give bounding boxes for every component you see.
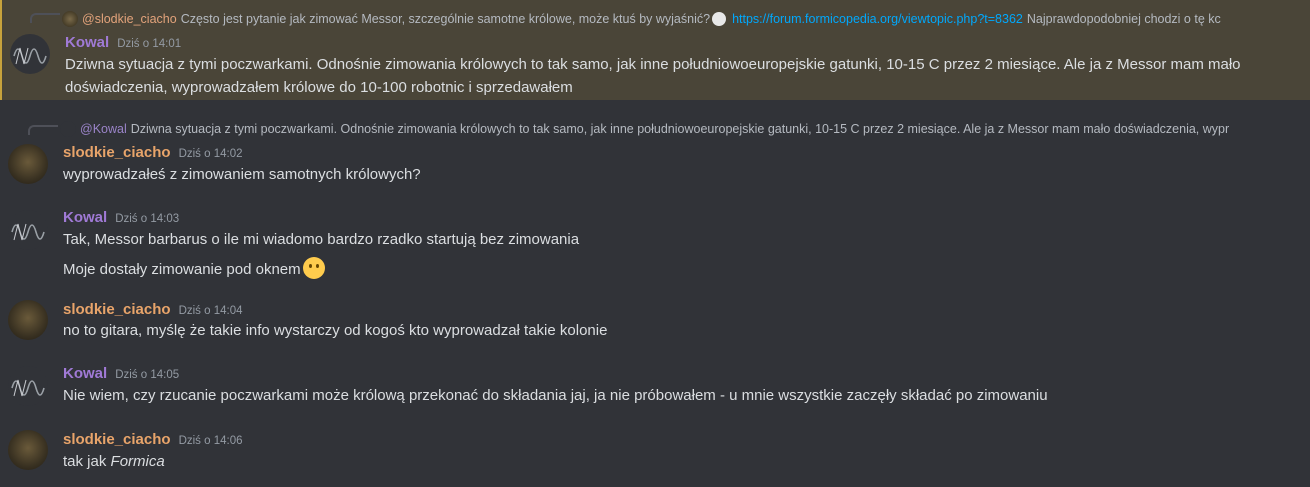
timestamp: Dziś o 14:04 [178,305,243,317]
message-1[interactable]: @slodkie_ciacho Często jest pytanie jak … [0,0,1310,100]
message-2[interactable]: @Kowal Dziwna sytuacja z tymi poczwarkam… [0,118,1310,188]
avatar[interactable] [8,210,48,250]
reply-preview[interactable]: @slodkie_ciacho Często jest pytanie jak … [62,10,1302,28]
reply-author[interactable]: @slodkie_ciacho [82,12,177,26]
message-text: Moje dostały zimowanie pod oknem [63,257,325,279]
avatar[interactable] [8,144,48,184]
message-3[interactable]: Kowal Dziś o 14:03 Tak, Messor barbarus … [0,208,1310,282]
message-text: Dziwna sytuacja z tymi poczwarkami. Odno… [65,56,1241,73]
username[interactable]: Kowal [65,34,109,51]
timestamp: Dziś o 14:03 [115,213,180,225]
message-text: no to gitara, myślę że takie info wystar… [63,322,608,339]
message-text: Nie wiem, czy rzucanie poczwarkami może … [63,387,1048,404]
username[interactable]: slodkie_ciacho [63,144,171,161]
message-text: doświadczenia, wyprowadzałem królowe do … [65,79,573,96]
message-6[interactable]: slodkie_ciacho Dziś o 14:06 tak jak Form… [0,430,1310,480]
username[interactable]: Kowal [63,209,107,226]
username[interactable]: slodkie_ciacho [63,431,171,448]
reply-link[interactable]: https://forum.formicopedia.org/viewtopic… [732,12,1023,26]
reply-preview[interactable]: @Kowal Dziwna sytuacja z tymi poczwarkam… [60,120,1295,138]
avatar[interactable] [8,366,48,406]
reply-text-continued: Najprawdopodobniej chodzi o tę kc [1026,12,1221,26]
timestamp: Dziś o 14:06 [178,435,243,447]
emoji-icon [712,12,727,26]
username[interactable]: Kowal [63,365,107,382]
avatar[interactable] [8,300,48,340]
username[interactable]: slodkie_ciacho [63,301,171,318]
message-text: wyprowadzałeś z zimowaniem samotnych kró… [63,166,421,183]
reply-avatar [62,11,78,27]
message-text: Tak, Messor barbarus o ile mi wiadomo ba… [63,231,580,248]
message-text-part: tak jak [63,453,111,470]
timestamp: Dziś o 14:01 [117,38,182,50]
message-4[interactable]: slodkie_ciacho Dziś o 14:04 no to gitara… [0,300,1310,346]
slightly-smiling-face-icon [302,257,325,279]
timestamp: Dziś o 14:05 [115,369,180,381]
timestamp: Dziś o 14:02 [178,148,243,160]
message-text: tak jak Formica [63,453,165,470]
message-text-part: Moje dostały zimowanie pod oknem [63,261,301,278]
reply-text: Często jest pytanie jak zimować Messor, … [180,12,711,26]
message-5[interactable]: Kowal Dziś o 14:05 Nie wiem, czy rzucani… [0,364,1310,410]
reply-author[interactable]: @Kowal [80,122,127,136]
avatar[interactable] [8,430,48,470]
message-text-italic: Formica [110,453,165,470]
reply-text: Dziwna sytuacja z tymi poczwarkami. Odno… [130,122,1230,136]
reply-avatar [60,121,76,137]
avatar[interactable] [10,34,50,74]
